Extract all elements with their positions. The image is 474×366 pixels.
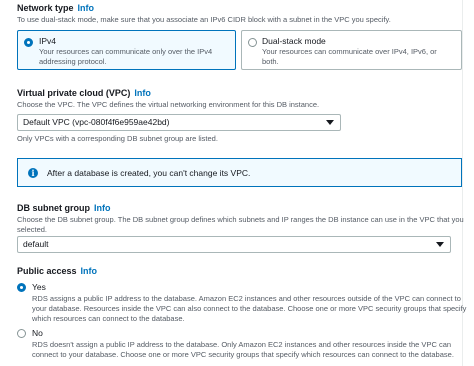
ipv4-radio[interactable] bbox=[24, 38, 33, 47]
ipv4-title: IPv4 bbox=[39, 36, 57, 46]
vpc-select[interactable]: Default VPC (vpc-080f4f6e959ae42bd) bbox=[17, 114, 341, 131]
public-access-no-label[interactable]: No bbox=[32, 328, 43, 338]
public-access-yes-description-line3: which resources can connect to the datab… bbox=[32, 314, 185, 323]
ipv4-description-line2: addressing protocol. bbox=[39, 57, 107, 66]
subnet-group-info-link[interactable]: Info bbox=[94, 203, 111, 213]
vpc-label: Virtual private cloud (VPC) Info bbox=[17, 88, 151, 98]
vpc-select-value: Default VPC (vpc-080f4f6e959ae42bd) bbox=[23, 117, 170, 127]
dual-stack-description-line2: both. bbox=[262, 57, 279, 66]
connectivity-panel: Network type Info To use dual-stack mode,… bbox=[0, 0, 467, 366]
dual-stack-title: Dual-stack mode bbox=[262, 36, 326, 46]
vpc-hint: Only VPCs with a corresponding DB subnet… bbox=[17, 134, 218, 143]
subnet-group-select-value: default bbox=[23, 239, 49, 249]
ipv4-description-line1: Your resources can communicate only over… bbox=[39, 47, 213, 56]
chevron-down-icon bbox=[436, 242, 444, 247]
public-access-label: Public access Info bbox=[17, 266, 97, 276]
public-access-yes-radio[interactable] bbox=[17, 283, 26, 292]
public-access-yes-description-line2: your database. Resources inside the VPC … bbox=[32, 304, 467, 313]
public-access-no-description-line1: RDS doesn't assign a public IP address t… bbox=[32, 340, 452, 349]
subnet-group-title: DB subnet group bbox=[17, 203, 90, 213]
public-access-info-link[interactable]: Info bbox=[81, 266, 98, 276]
network-option-dual-stack[interactable]: Dual-stack mode Your resources can commu… bbox=[241, 30, 462, 70]
vpc-description: Choose the VPC. The VPC defines the virt… bbox=[17, 100, 320, 109]
network-type-label: Network type Info bbox=[17, 3, 94, 13]
alert-text: After a database is created, you can't c… bbox=[47, 168, 251, 178]
network-type-info-link[interactable]: Info bbox=[78, 3, 95, 13]
subnet-group-description-line2: selected. bbox=[17, 225, 48, 234]
subnet-group-label: DB subnet group Info bbox=[17, 203, 111, 213]
dual-stack-description-line1: Your resources can communicate over IPv4… bbox=[262, 47, 437, 56]
network-type-title: Network type bbox=[17, 3, 74, 13]
vpc-info-link[interactable]: Info bbox=[134, 88, 151, 98]
subnet-group-description-line1: Choose the DB subnet group. The DB subne… bbox=[17, 215, 464, 224]
network-type-description: To use dual-stack mode, make sure that y… bbox=[17, 15, 391, 24]
network-option-ipv4[interactable]: IPv4 Your resources can communicate only… bbox=[17, 30, 236, 70]
public-access-no-radio[interactable] bbox=[17, 329, 26, 338]
subnet-group-select[interactable]: default bbox=[17, 236, 451, 253]
public-access-yes-description-line1: RDS assigns a public IP address to the d… bbox=[32, 294, 461, 303]
public-access-yes-label[interactable]: Yes bbox=[32, 282, 46, 292]
dual-stack-radio[interactable] bbox=[248, 38, 257, 47]
public-access-no-description-line2: connect to your database. Choose one or … bbox=[32, 350, 454, 359]
public-access-title: Public access bbox=[17, 266, 77, 276]
info-circle-icon: i bbox=[28, 168, 38, 178]
chevron-down-icon bbox=[326, 120, 334, 125]
vpc-title: Virtual private cloud (VPC) bbox=[17, 88, 131, 98]
vpc-info-alert: i After a database is created, you can't… bbox=[17, 158, 462, 187]
